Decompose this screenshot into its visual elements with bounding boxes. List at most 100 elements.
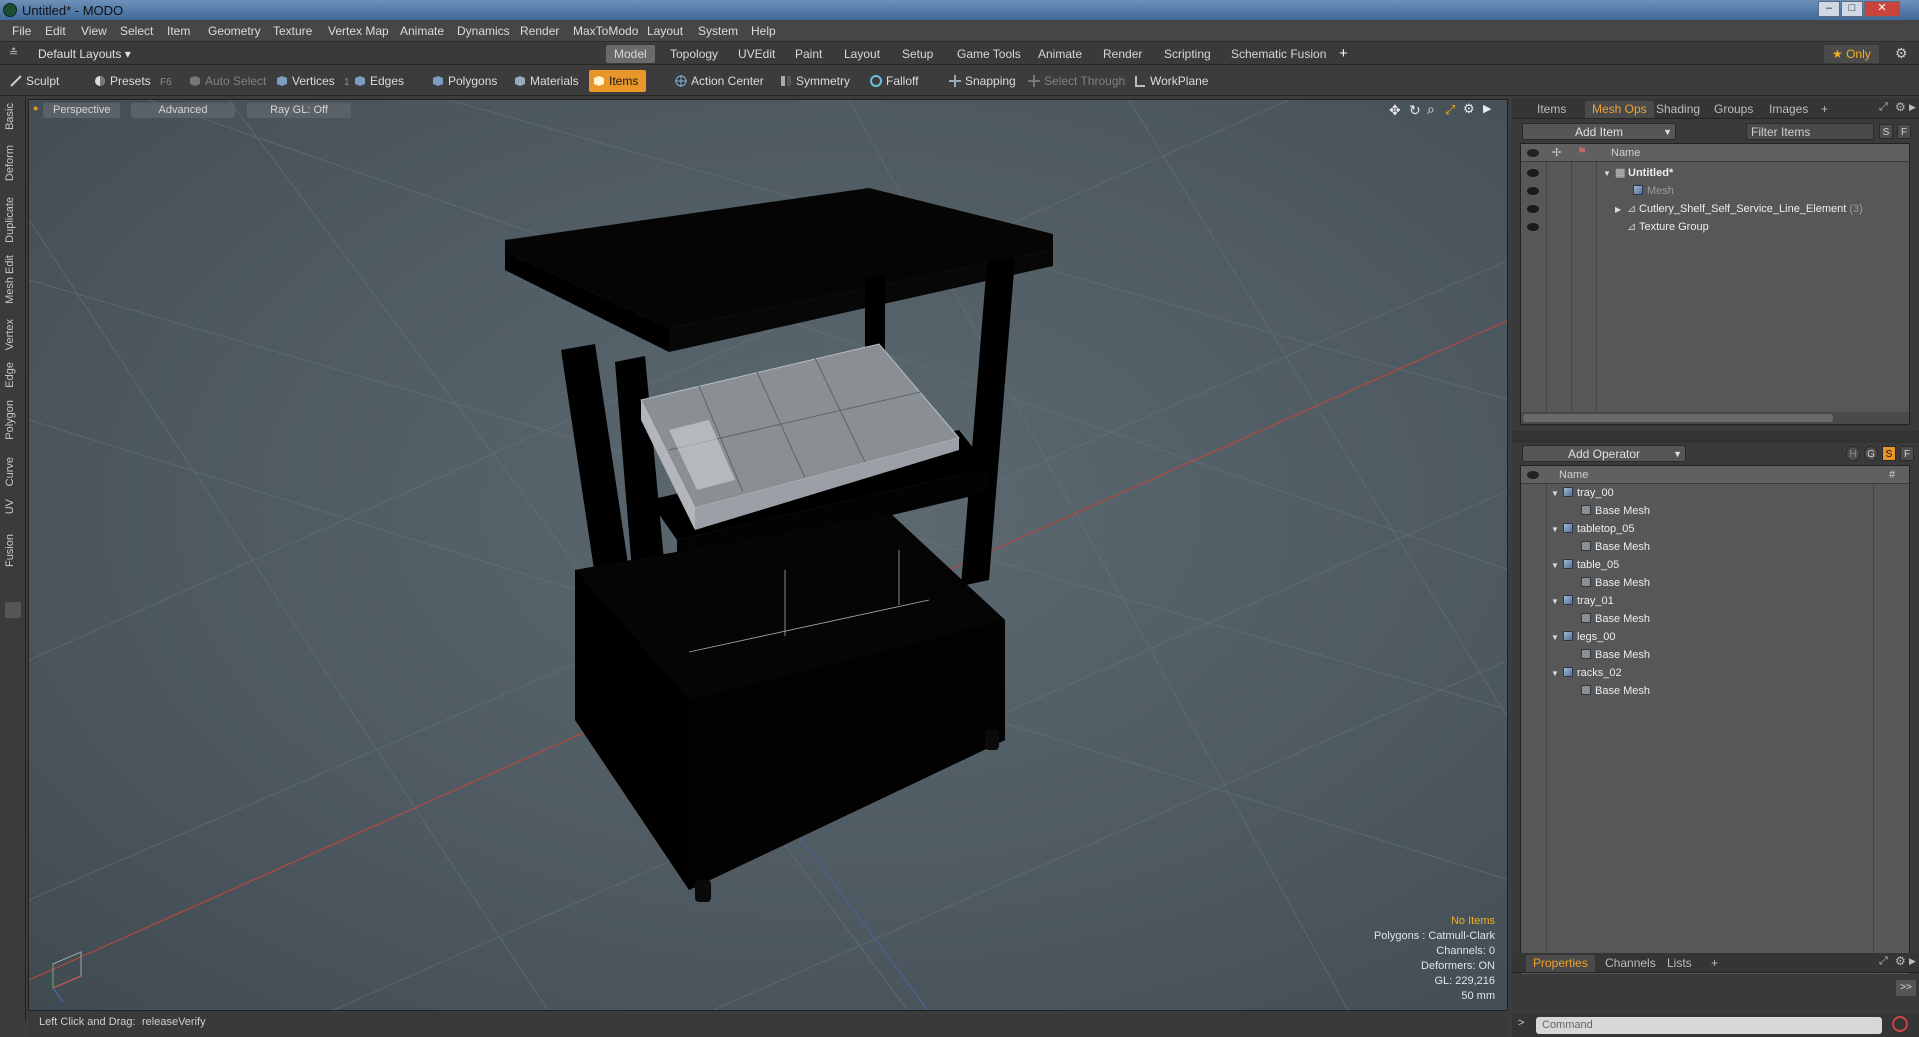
menu-texture[interactable]: Texture — [273, 24, 312, 38]
vtab-duplicate[interactable]: Duplicate — [4, 197, 22, 243]
meshop-row-base-mesh[interactable]: Base Mesh — [1521, 610, 1909, 628]
filter-items-input[interactable]: Filter Items — [1746, 123, 1874, 140]
filter-f-button[interactable]: F — [1897, 124, 1911, 139]
vertices-button[interactable]: Vertices 1 — [272, 70, 350, 92]
presets-button[interactable]: Presets F6 — [90, 70, 172, 92]
meshop-row-tabletop-05[interactable]: ▼ tabletop_05 — [1521, 520, 1909, 538]
tree-row-texture-group[interactable]: ⊿ Texture Group — [1521, 218, 1909, 236]
layout-preset-dropdown[interactable]: Default Layouts ▾ — [38, 47, 131, 61]
visibility-eye-icon[interactable] — [1527, 223, 1539, 231]
tab-images[interactable]: Images — [1762, 101, 1815, 118]
meshop-row-tray-01[interactable]: ▼ tray_01 — [1521, 592, 1909, 610]
symmetry-button[interactable]: Symmetry — [776, 70, 850, 92]
tab-shading[interactable]: Shading — [1649, 101, 1707, 118]
meshop-row-base-mesh[interactable]: Base Mesh — [1521, 646, 1909, 664]
menu-view[interactable]: View — [81, 24, 107, 38]
vtab-polygon[interactable]: Polygon — [4, 400, 22, 440]
panel-menu-icon[interactable]: ▶ — [1909, 956, 1916, 967]
menu-select[interactable]: Select — [120, 24, 153, 38]
collapse-arrow-icon[interactable]: ▼ — [1551, 485, 1563, 503]
menu-layout[interactable]: Layout — [647, 24, 683, 38]
cutlery-shelf-model[interactable] — [505, 188, 1053, 902]
tab-properties[interactable]: Properties — [1526, 955, 1595, 972]
meshops-h-button[interactable]: H — [1846, 446, 1860, 461]
meshop-row-table-05[interactable]: ▼ table_05 — [1521, 556, 1909, 574]
tab-schematic-fusion[interactable]: Schematic Fusion — [1223, 45, 1334, 63]
raygl-button[interactable]: Ray GL: Off — [247, 103, 351, 118]
collapse-arrow-icon[interactable]: ▼ — [1551, 665, 1563, 683]
vtab-fusion[interactable]: Fusion — [4, 534, 22, 567]
tab-game-tools[interactable]: Game Tools — [949, 45, 1029, 63]
meshop-row-racks-02[interactable]: ▼ racks_02 — [1521, 664, 1909, 682]
tab-channels[interactable]: Channels — [1598, 955, 1663, 972]
item-list[interactable]: ✢ ⚑ Name ▼ ▦ Untitled* Mesh ▶ ⊿ Cutlery_Sh — [1520, 143, 1910, 425]
tab-setup[interactable]: Setup — [894, 45, 941, 63]
panel-settings-icon[interactable]: ⚙ — [1895, 954, 1906, 968]
menu-render[interactable]: Render — [520, 24, 559, 38]
expand-arrow-icon[interactable]: ▶ — [1615, 201, 1627, 219]
vtab-mesh-edit[interactable]: Mesh Edit — [4, 255, 22, 304]
menu-edit[interactable]: Edit — [45, 24, 66, 38]
meshop-row-base-mesh[interactable]: Base Mesh — [1521, 538, 1909, 556]
items-button[interactable]: Items — [589, 70, 647, 92]
panel-settings-icon[interactable]: ⚙ — [1895, 100, 1906, 114]
tab-items[interactable]: Items — [1530, 101, 1573, 118]
panel-menu-icon[interactable]: ▶ — [1909, 102, 1916, 113]
collapse-arrow-icon[interactable]: ▼ — [1551, 521, 1563, 539]
tab-uvedit[interactable]: UVEdit — [730, 45, 783, 63]
minimize-button[interactable]: – — [1818, 1, 1840, 17]
scene-canvas[interactable] — [29, 100, 1508, 1011]
vtab-vertex[interactable]: Vertex — [4, 319, 22, 350]
meshop-row-tray-00[interactable]: ▼ tray_00 — [1521, 484, 1909, 502]
vtab-basic[interactable]: Basic — [4, 103, 22, 130]
menu-animate[interactable]: Animate — [400, 24, 444, 38]
menu-system[interactable]: System — [698, 24, 738, 38]
viewport-expand-icon[interactable]: ▶ — [1483, 102, 1491, 115]
meshops-g-button[interactable]: G — [1864, 446, 1878, 461]
action-center-button[interactable]: Action Center — [671, 70, 764, 92]
layout-toggle-icon[interactable]: ≛ — [9, 46, 18, 59]
sculpt-button[interactable]: Sculpt — [6, 70, 59, 92]
menu-maxtomodo[interactable]: MaxToModo — [573, 24, 638, 38]
collapse-arrow-icon[interactable]: ▼ — [1551, 593, 1563, 611]
select-through-button[interactable]: Select Through — [1024, 70, 1125, 92]
meshop-row-base-mesh[interactable]: Base Mesh — [1521, 682, 1909, 700]
meshop-row-base-mesh[interactable]: Base Mesh — [1521, 574, 1909, 592]
rotate-icon[interactable]: ↻ — [1409, 102, 1421, 119]
properties-expand-button[interactable]: >> — [1896, 980, 1916, 996]
menu-dynamics[interactable]: Dynamics — [457, 24, 510, 38]
tab-lists[interactable]: Lists — [1660, 955, 1699, 972]
tab-model[interactable]: Model — [606, 45, 655, 63]
perspective-button[interactable]: Perspective — [43, 103, 121, 118]
tab-animate[interactable]: Animate — [1030, 45, 1090, 63]
auto-select-button[interactable]: Auto Select — [185, 70, 266, 92]
add-properties-tab-button[interactable]: + — [1704, 955, 1725, 972]
advanced-shading-button[interactable]: Advanced — [131, 103, 235, 118]
command-input[interactable]: Command — [1536, 1017, 1882, 1034]
add-item-dropdown[interactable]: Add Item ▼ — [1522, 123, 1676, 140]
tab-paint[interactable]: Paint — [787, 45, 830, 63]
add-panel-tab-button[interactable]: + — [1814, 101, 1835, 118]
maximize-button[interactable]: □ — [1841, 1, 1863, 17]
tree-row-scene[interactable]: ▼ ▦ Untitled* — [1521, 164, 1909, 182]
fit-view-icon[interactable]: ⤢ — [1445, 102, 1455, 118]
meshops-f-button[interactable]: F — [1900, 446, 1914, 461]
gear-icon[interactable]: ⚙ — [1895, 45, 1908, 62]
visibility-eye-icon[interactable] — [1527, 205, 1539, 213]
panel-splitter[interactable] — [1512, 431, 1919, 443]
visibility-eye-icon[interactable] — [1527, 187, 1539, 195]
vtab-uv[interactable]: UV — [4, 499, 22, 514]
polygons-button[interactable]: Polygons — [428, 70, 497, 92]
materials-button[interactable]: Materials — [510, 70, 579, 92]
panel-expand-icon[interactable]: ⤢ — [1879, 955, 1888, 968]
tab-groups[interactable]: Groups — [1707, 101, 1760, 118]
panel-expand-icon[interactable]: ⤢ — [1879, 101, 1888, 114]
snapping-button[interactable]: Snapping — [945, 70, 1016, 92]
vtab-curve[interactable]: Curve — [4, 457, 22, 486]
menu-help[interactable]: Help — [751, 24, 776, 38]
visibility-eye-icon[interactable] — [1527, 169, 1539, 177]
menu-file[interactable]: File — [12, 24, 31, 38]
tab-render[interactable]: Render — [1095, 45, 1150, 63]
workplane-button[interactable]: WorkPlane — [1130, 70, 1208, 92]
close-button[interactable]: ✕ — [1864, 1, 1900, 17]
